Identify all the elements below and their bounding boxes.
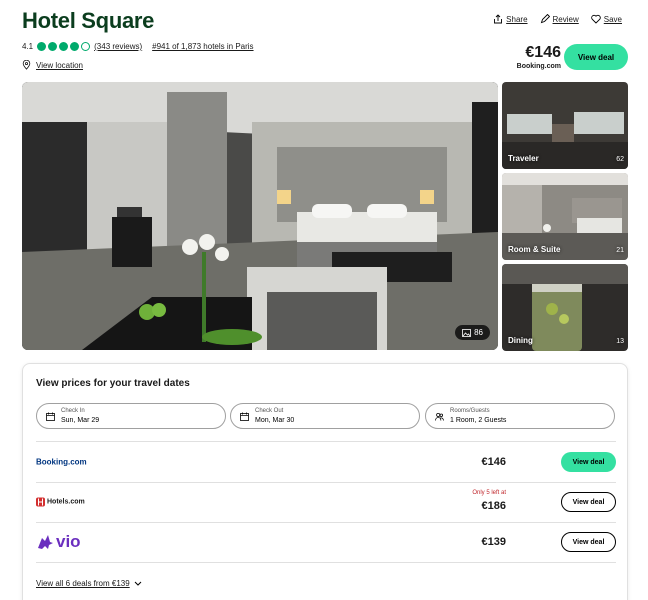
vio-logo: vio bbox=[36, 532, 81, 552]
view-deal-button[interactable]: View deal bbox=[561, 492, 616, 512]
photo-count: 86 bbox=[474, 328, 483, 337]
calendar-icon bbox=[240, 412, 249, 421]
map-pin-icon bbox=[22, 60, 31, 70]
review-label: Review bbox=[552, 14, 579, 24]
share-button[interactable]: Share bbox=[493, 14, 528, 24]
header-actions: Share Review Save bbox=[493, 14, 622, 24]
rating-bubbles bbox=[37, 42, 91, 51]
view-deal-button[interactable]: View deal bbox=[561, 452, 616, 472]
photo-gallery: 86 Traveler 62 Room & Suite 21 Dining 13 bbox=[22, 82, 628, 352]
photo-count-badge[interactable]: 86 bbox=[455, 325, 490, 340]
booking-logo: Booking.com bbox=[36, 457, 87, 467]
reviews-link[interactable]: (343 reviews) bbox=[94, 42, 142, 51]
thumb-dining[interactable]: Dining 13 bbox=[502, 264, 628, 351]
rating-bubble-icon bbox=[48, 42, 58, 51]
hotels-h-icon bbox=[36, 497, 45, 507]
rating-row: 4.1 (343 reviews) #941 of 1,873 hotels i… bbox=[22, 42, 254, 51]
availability-note: Only 5 left at bbox=[472, 490, 506, 496]
deal-price: €139 bbox=[481, 536, 506, 548]
view-location-link[interactable]: View location bbox=[36, 61, 83, 70]
prices-title: View prices for your travel dates bbox=[36, 378, 190, 389]
thumb-label: Dining bbox=[508, 336, 533, 345]
checkin-field[interactable]: Check In Sun, Mar 29 bbox=[36, 403, 226, 429]
main-photo[interactable]: 86 bbox=[22, 82, 498, 350]
checkout-field[interactable]: Check Out Mon, Mar 30 bbox=[230, 403, 420, 429]
share-label: Share bbox=[506, 14, 528, 24]
top-view-deal-button[interactable]: View deal bbox=[564, 44, 628, 70]
top-offer-provider: Booking.com bbox=[516, 63, 561, 70]
prices-card: View prices for your travel dates Check … bbox=[22, 363, 628, 600]
rating-bubble-icon bbox=[59, 42, 69, 51]
deal-row-booking: Booking.com €146 View deal bbox=[36, 442, 616, 482]
view-all-label: View all 6 deals from €139 bbox=[36, 579, 130, 588]
checkin-label: Check In bbox=[61, 408, 85, 414]
chevron-down-icon bbox=[134, 581, 142, 586]
view-all-deals-link[interactable]: View all 6 deals from €139 bbox=[36, 579, 142, 588]
heart-icon bbox=[591, 14, 601, 24]
share-icon bbox=[494, 14, 503, 24]
top-offer-price: €146 bbox=[525, 44, 561, 61]
checkin-value: Sun, Mar 29 bbox=[61, 417, 100, 424]
hotel-header: Hotel Square Share Review Save 4.1 (343 … bbox=[22, 6, 628, 76]
thumb-label: Traveler bbox=[508, 154, 539, 163]
hotel-title: Hotel Square bbox=[22, 8, 155, 33]
thumb-room-suite[interactable]: Room & Suite 21 bbox=[502, 173, 628, 260]
thumb-count: 62 bbox=[616, 156, 624, 163]
deal-price: €186 bbox=[481, 500, 506, 512]
vio-logo-text: vio bbox=[56, 532, 81, 551]
calendar-icon bbox=[46, 412, 55, 421]
hotel-room-photo bbox=[22, 82, 498, 350]
guests-value: 1 Room, 2 Guests bbox=[450, 417, 507, 424]
pencil-icon bbox=[540, 14, 550, 24]
rating-bubble-icon bbox=[37, 42, 47, 51]
rank-link[interactable]: #941 of 1,873 hotels in Paris bbox=[152, 42, 253, 51]
rating-bubble-empty-icon bbox=[81, 42, 91, 51]
deal-row-vio: vio €139 View deal bbox=[36, 522, 616, 562]
save-button[interactable]: Save bbox=[591, 14, 622, 24]
save-label: Save bbox=[603, 14, 622, 24]
deal-row-hotels: Hotels.com Only 5 left at €186 View deal bbox=[36, 482, 616, 522]
thumb-count: 21 bbox=[616, 247, 624, 254]
location-row[interactable]: View location bbox=[22, 60, 83, 70]
top-offer: €146 Booking.com bbox=[517, 44, 561, 70]
review-button[interactable]: Review bbox=[540, 14, 579, 24]
guests-field[interactable]: Rooms/Guests 1 Room, 2 Guests bbox=[425, 403, 615, 429]
thumb-traveler[interactable]: Traveler 62 bbox=[502, 82, 628, 169]
view-deal-button[interactable]: View deal bbox=[561, 532, 616, 552]
guests-label: Rooms/Guests bbox=[450, 408, 490, 414]
hotels-logo: Hotels.com bbox=[36, 497, 85, 507]
divider bbox=[36, 562, 616, 563]
hotels-logo-text: Hotels.com bbox=[47, 498, 85, 506]
thumb-count: 13 bbox=[616, 338, 624, 345]
vio-mascot-icon bbox=[38, 535, 53, 549]
thumb-label: Room & Suite bbox=[508, 245, 561, 254]
rating-bubble-icon bbox=[70, 42, 80, 51]
rating-value: 4.1 bbox=[22, 42, 34, 51]
deal-price: €146 bbox=[481, 456, 506, 468]
checkout-value: Mon, Mar 30 bbox=[255, 417, 295, 424]
guests-icon bbox=[435, 412, 444, 421]
checkout-label: Check Out bbox=[255, 408, 284, 414]
image-icon bbox=[462, 328, 471, 337]
